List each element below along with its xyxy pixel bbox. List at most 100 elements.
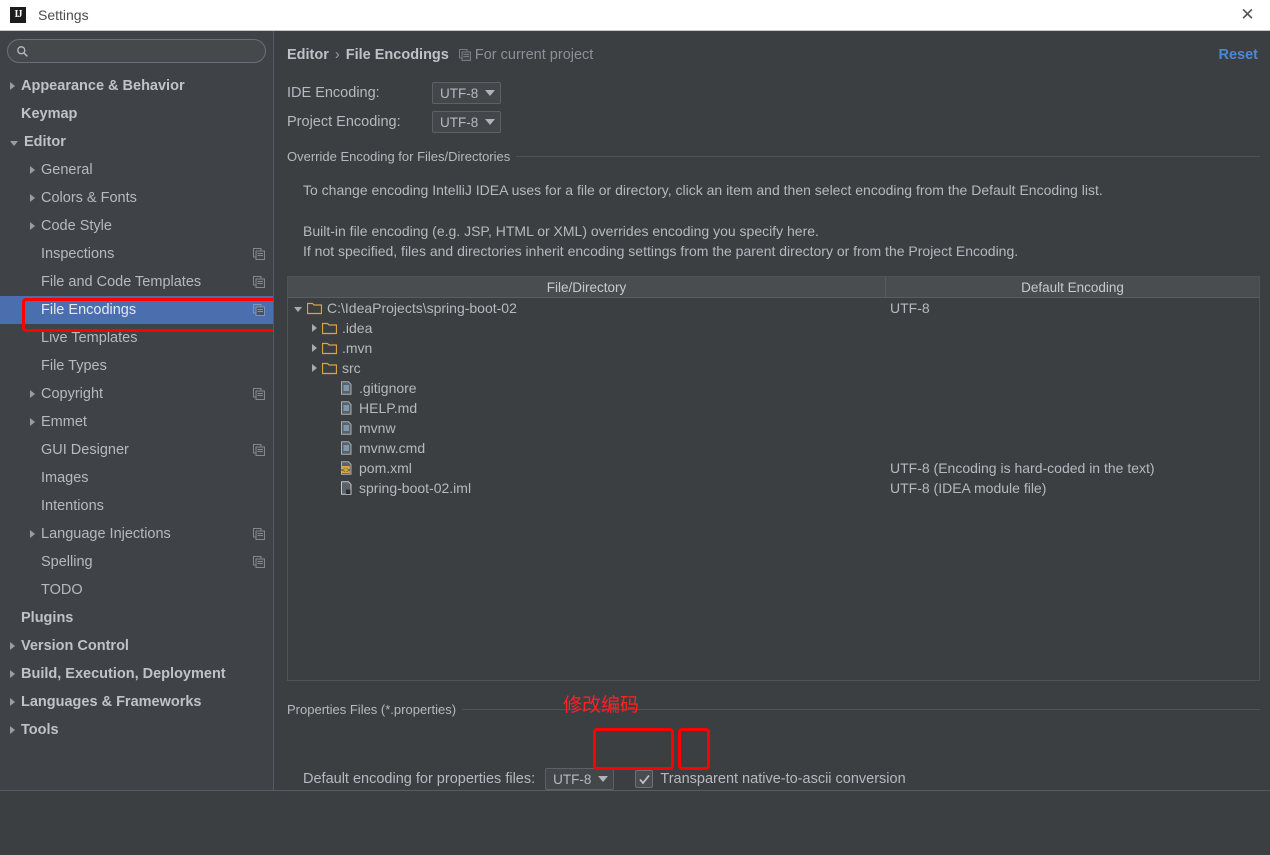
chevron-down-icon [485, 119, 496, 125]
table-cell-encoding: UTF-8 [890, 300, 930, 316]
reset-link[interactable]: Reset [1219, 47, 1259, 63]
sidebar-item-language-injections[interactable]: Language Injections [0, 520, 273, 548]
search-input[interactable] [34, 44, 257, 58]
iml-file-icon [341, 481, 352, 495]
chevron-right-icon[interactable] [30, 222, 35, 230]
properties-encoding-label: Default encoding for properties files: [303, 771, 536, 787]
file-name-label: .mvn [342, 340, 373, 356]
sidebar-item-version-control[interactable]: Version Control [0, 632, 273, 660]
annotation-modify-encoding: 修改编码 [563, 694, 640, 716]
table-row[interactable]: C:\IdeaProjects\spring-boot-02 UTF-8 [288, 298, 1259, 318]
sidebar-item-general[interactable]: General [0, 156, 273, 184]
sidebar-item-appearance-behavior[interactable]: Appearance & Behavior [0, 72, 273, 100]
sidebar-item-colors-fonts[interactable]: Colors & Fonts [0, 184, 273, 212]
chevron-right-icon[interactable] [10, 82, 15, 90]
chevron-right-icon[interactable] [10, 642, 15, 650]
override-paragraph-2: Built-in file encoding (e.g. JSP, HTML o… [303, 223, 819, 239]
sidebar-item-intentions[interactable]: Intentions [0, 492, 273, 520]
footer: OK Cancel Apply Help [0, 791, 1270, 855]
file-name-label: mvnw.cmd [359, 440, 426, 456]
table-row[interactable]: .idea [288, 318, 1259, 338]
override-paragraph-1: To change encoding IntelliJ IDEA uses fo… [303, 182, 1103, 198]
table-cell-file: mvnw [288, 420, 886, 436]
breadcrumb-scope-note: For current project [458, 47, 593, 63]
sidebar-item-code-style[interactable]: Code Style [0, 212, 273, 240]
sidebar-item-plugins[interactable]: Plugins [0, 604, 273, 632]
settings-sidebar: Appearance & Behavior Keymap Editor General… [0, 31, 274, 790]
sidebar-item-gui-designer[interactable]: GUI Designer [0, 436, 273, 464]
properties-encoding-row: Default encoding for properties files: U… [303, 768, 906, 790]
table-row[interactable]: mvnw.cmd [288, 438, 1259, 458]
transparent-conversion-label: Transparent native-to-ascii conversion [660, 771, 906, 787]
properties-group-title: Properties Files (*.properties) [287, 702, 463, 717]
sidebar-item-editor[interactable]: Editor [0, 128, 273, 156]
sidebar-item-label: Tools [21, 722, 59, 738]
properties-encoding-dropdown[interactable]: UTF-8 [545, 768, 615, 790]
table-cell-file: .idea [288, 320, 886, 336]
table-cell-file: spring-boot-02.iml [288, 480, 886, 496]
column-header-default-encoding[interactable]: Default Encoding [886, 277, 1259, 297]
sidebar-item-inspections[interactable]: Inspections [0, 240, 273, 268]
sidebar-item-todo[interactable]: TODO [0, 576, 273, 604]
chevron-right-icon[interactable] [30, 418, 35, 426]
sidebar-item-label: Intentions [41, 498, 104, 514]
sidebar-item-emmet[interactable]: Emmet [0, 408, 273, 436]
chevron-right-icon[interactable] [30, 194, 35, 202]
folder-icon [322, 362, 337, 375]
chevron-down-icon[interactable] [10, 140, 18, 146]
table-row[interactable]: .gitignore [288, 378, 1259, 398]
table-cell-file: HELP.md [288, 400, 886, 416]
file-icon [341, 381, 352, 395]
file-icon [341, 441, 352, 455]
project-encoding-row: Project Encoding: UTF-8 [287, 111, 502, 133]
sidebar-item-file-encodings[interactable]: File Encodings [0, 296, 273, 324]
transparent-conversion-checkbox[interactable] [635, 770, 654, 788]
table-row[interactable]: mvnw [288, 418, 1259, 438]
sidebar-item-label: Editor [24, 134, 66, 150]
search-box[interactable] [7, 39, 266, 63]
close-icon[interactable]: ✕ [1225, 0, 1270, 30]
chevron-right-icon[interactable] [30, 166, 35, 174]
sidebar-item-spelling[interactable]: Spelling [0, 548, 273, 576]
sidebar-item-file-types[interactable]: File Types [0, 352, 273, 380]
chevron-right-icon[interactable] [10, 698, 15, 706]
settings-category-tree: Appearance & Behavior Keymap Editor General… [0, 69, 273, 744]
project-encoding-label: Project Encoding: [287, 114, 401, 130]
chevron-right-icon[interactable] [312, 364, 317, 372]
sidebar-item-label: Build, Execution, Deployment [21, 666, 226, 682]
sidebar-item-label: Keymap [21, 106, 78, 122]
sidebar-item-file-and-code-templates[interactable]: File and Code Templates [0, 268, 273, 296]
chevron-right-icon[interactable] [312, 344, 317, 352]
chevron-right-icon[interactable] [10, 726, 15, 734]
table-row[interactable]: .mvn [288, 338, 1259, 358]
sidebar-item-live-templates[interactable]: Live Templates [0, 324, 273, 352]
chevron-right-icon[interactable] [312, 324, 317, 332]
sidebar-item-languages-frameworks[interactable]: Languages & Frameworks [0, 688, 273, 716]
project-encoding-dropdown[interactable]: UTF-8 [432, 111, 502, 133]
sidebar-item-copyright[interactable]: Copyright [0, 380, 273, 408]
table-row[interactable]: <> pom.xml UTF-8 (Encoding is hard-coded i… [288, 458, 1259, 478]
table-row[interactable]: spring-boot-02.iml UTF-8 (IDEA module fil… [288, 478, 1259, 498]
column-header-file-directory[interactable]: File/Directory [288, 277, 886, 297]
breadcrumb-parent[interactable]: Editor [287, 47, 329, 63]
sidebar-item-tools[interactable]: Tools [0, 716, 273, 744]
project-settings-icon [253, 248, 265, 260]
ide-encoding-dropdown[interactable]: UTF-8 [432, 82, 502, 104]
checkmark-icon [639, 774, 650, 784]
chevron-right-icon[interactable] [30, 530, 35, 538]
chevron-right-icon[interactable] [30, 390, 35, 398]
chevron-down-icon[interactable] [294, 306, 302, 312]
sidebar-item-keymap[interactable]: Keymap [0, 100, 273, 128]
table-row[interactable]: HELP.md [288, 398, 1259, 418]
title-bar: IJ Settings ✕ [0, 0, 1270, 31]
table-row[interactable]: src [288, 358, 1259, 378]
sidebar-item-build-execution-deployment[interactable]: Build, Execution, Deployment [0, 660, 273, 688]
ide-encoding-row: IDE Encoding: UTF-8 [287, 82, 502, 104]
chevron-right-icon[interactable] [10, 670, 15, 678]
file-name-label: .gitignore [359, 380, 417, 396]
sidebar-item-label: Images [41, 470, 89, 486]
sidebar-item-images[interactable]: Images [0, 464, 273, 492]
table-body: C:\IdeaProjects\spring-boot-02 UTF-8 .idea… [288, 298, 1259, 498]
sidebar-item-label: Languages & Frameworks [21, 694, 202, 710]
table-cell-file: <> pom.xml [288, 460, 886, 476]
